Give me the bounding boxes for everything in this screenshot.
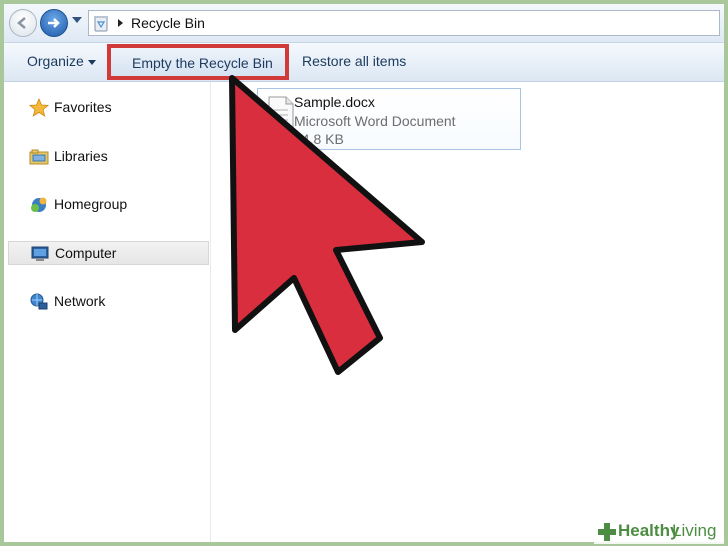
file-list: Sample.docx Microsoft Word Document 14.8… [211, 82, 724, 542]
computer-icon [31, 246, 49, 261]
file-item[interactable]: Sample.docx Microsoft Word Document 14.8… [257, 88, 521, 150]
watermark-brand-bold: Healthy [618, 521, 680, 540]
libraries-icon [29, 149, 49, 165]
network-icon [30, 293, 48, 310]
sidebar-item-network[interactable]: Network [4, 290, 210, 314]
sidebar-item-homegroup[interactable]: Homegroup [4, 193, 210, 217]
file-type: Microsoft Word Document [294, 113, 456, 129]
sidebar-item-computer[interactable]: Computer [8, 241, 209, 265]
sidebar-item-label: Network [54, 293, 106, 309]
address-bar: Recycle Bin [4, 4, 724, 43]
recycle-bin-icon [94, 16, 108, 32]
recent-pages-dropdown[interactable] [72, 17, 82, 23]
chevron-down-icon [88, 60, 96, 65]
command-bar: Organize Empty the Recycle Bin Restore a… [4, 43, 724, 82]
sidebar-item-label: Libraries [54, 148, 108, 164]
watermark-logo: Healthy Living [594, 520, 724, 544]
restore-all-items-button[interactable]: Restore all items [302, 53, 406, 69]
word-document-icon [268, 96, 294, 134]
empty-recycle-bin-button[interactable]: Empty the Recycle Bin [107, 44, 289, 80]
star-icon [29, 98, 49, 117]
forward-arrow-icon [48, 18, 60, 28]
homegroup-icon [31, 197, 47, 212]
breadcrumb-recycle-bin[interactable]: Recycle Bin [131, 15, 205, 31]
file-name: Sample.docx [294, 94, 375, 110]
watermark-brand-light: Living [672, 521, 717, 540]
file-size: 14.8 KB [294, 131, 344, 147]
empty-recycle-bin-label: Empty the Recycle Bin [132, 55, 273, 71]
sidebar-item-favorites[interactable]: Favorites [4, 96, 210, 120]
sidebar-item-libraries[interactable]: Libraries [4, 145, 210, 169]
navigation-pane: Favorites Libraries Homegroup Computer N… [4, 82, 211, 542]
sidebar-item-label: Favorites [54, 99, 112, 115]
organize-button[interactable]: Organize [27, 53, 84, 69]
explorer-window: Recycle Bin Organize Empty the Recycle B… [4, 4, 724, 542]
sidebar-item-label: Computer [55, 245, 117, 261]
plus-logo-icon [598, 523, 616, 541]
back-arrow-icon [17, 17, 26, 29]
back-button[interactable] [9, 9, 37, 37]
sidebar-item-label: Homegroup [54, 196, 128, 212]
address-field[interactable]: Recycle Bin [88, 10, 720, 36]
forward-button[interactable] [40, 9, 68, 37]
breadcrumb-separator-icon[interactable] [118, 19, 123, 27]
